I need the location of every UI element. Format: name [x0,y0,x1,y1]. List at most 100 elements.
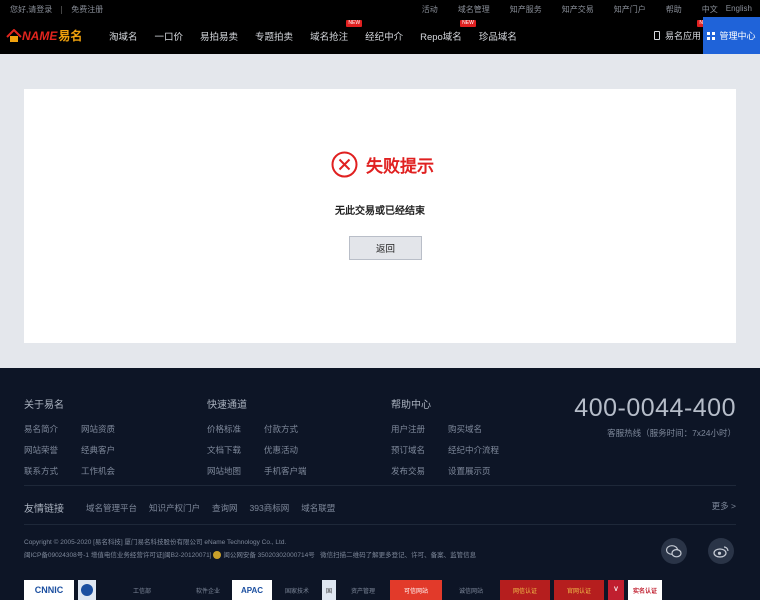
nav-item-auction[interactable]: 易拍易卖 [200,29,238,43]
top-link-ip-trade[interactable]: 知产交易 [562,4,594,15]
top-link-help[interactable]: 帮助 [666,4,682,15]
wechat-glyph [666,544,682,557]
nav-item-premium[interactable]: 珍品域名 [479,29,517,43]
footer-link[interactable]: 付款方式 [264,423,321,435]
top-bar: 您好,请登录 免费注册 活动 域名管理 知产服务 知产交易 知产门户 帮助 中文… [0,0,760,17]
cert-badges: CNNIC 工信部 软件企业 APAC 国家技术 国 资产管理 可信网站 诚信网… [24,580,666,600]
footer-link[interactable]: 网站资质 [81,423,138,435]
cert-badge[interactable] [78,580,96,600]
hotline-hours: 客服热线（服务时间：7x24小时） [607,428,736,438]
cert-badge[interactable]: V [608,580,624,600]
nav-item-tao-domain[interactable]: 淘域名 [109,29,138,43]
nav-item-backorder[interactable]: 域名抢注 NEW [310,20,363,43]
cert-badge[interactable]: 国 [322,580,336,600]
footer-link[interactable]: 网站荣誉 [24,444,81,456]
friend-link[interactable]: 393商标网 [250,502,290,514]
weibo-glyph [713,545,729,558]
top-link-ip-service[interactable]: 知产服务 [510,4,542,15]
grid-icon [707,31,716,40]
app-label: 易名应用 [665,31,702,41]
register-link[interactable]: 免费注册 [71,4,103,15]
footer-link[interactable]: 设置展示页 [448,465,505,477]
friend-link[interactable]: 域名联盟 [301,502,335,514]
cert-badge[interactable]: 实名认证 [628,580,662,600]
nav-item-repo[interactable]: Repo域名 NEW [420,20,476,43]
friend-link[interactable]: 查询网 [212,502,238,514]
footer-link[interactable]: 优惠活动 [264,444,321,456]
divider [61,5,63,14]
cert-badge[interactable]: 网信认证 [500,580,550,600]
app-link[interactable]: 易名应用 NEW [654,20,714,42]
cert-badge[interactable]: APAC [232,580,272,600]
phone-icon [654,31,660,40]
footer-heading: 快速通道 [207,400,247,411]
nav-item-special-auction[interactable]: 专题拍卖 [255,29,293,43]
login-link[interactable]: 您好,请登录 [10,4,52,15]
cert-badge[interactable]: 可信网站 [390,580,442,600]
footer-link[interactable]: 经纪中介流程 [448,444,505,456]
friend-link[interactable]: 域名管理平台 [86,502,137,514]
footer-link[interactable]: 用户注册 [391,423,448,435]
weibo-icon[interactable] [708,538,734,564]
footer-link[interactable]: 价格标准 [207,423,264,435]
message-card: 失败提示 无此交易或已经结束 返回 [24,89,736,343]
footer-link[interactable]: 网站地图 [207,465,264,477]
main-nav: NAME 易名 淘域名 一口价 易拍易卖 专题拍卖 域名抢注 NEW 经纪中介 R… [0,17,760,54]
top-link-ip-portal[interactable]: 知产门户 [614,4,646,15]
copyright-text: Copyright © 2005-2020 [易名科技] 厦门易名科技股份有限公… [24,539,287,546]
more-link[interactable]: 更多 > [712,500,736,512]
nav-item-fixed-price[interactable]: 一口价 [155,29,184,43]
error-message: 无此交易或已经结束 [335,206,425,217]
friend-link[interactable]: 知识产权门户 [149,502,200,514]
cert-badge[interactable]: CNNIC [24,580,74,600]
hotline-number: 400-0044-400 [574,394,736,422]
footer-heading: 帮助中心 [391,400,431,411]
footer-heading: 关于易名 [24,400,64,411]
new-badge: NEW [460,20,476,27]
fail-header: 失败提示 [331,151,434,178]
hotline: 400-0044-400 客服热线（服务时间：7x24小时） [574,394,736,439]
lang-cn[interactable]: 中文 [702,4,718,15]
top-link-domain-manage[interactable]: 域名管理 [458,4,490,15]
footer-link[interactable]: 预订域名 [391,444,448,456]
admin-center-button[interactable]: 管理中心 [703,17,760,54]
wechat-note: 微信扫描二维码了解更多登记、许可、备案、监管信息 [320,552,477,559]
cert-badge[interactable]: 官网认证 [554,580,604,600]
page-title: 失败提示 [366,157,434,176]
logo[interactable]: NAME 易名 [6,27,82,44]
footer-link[interactable]: 手机客户端 [264,465,321,477]
footer-link[interactable]: 购买域名 [448,423,505,435]
logo-text: NAME [22,28,58,43]
cert-badge[interactable]: 资产管理 [340,580,386,600]
house-icon [6,28,22,42]
footer-quick: 快速通道 价格标准 付款方式 文档下载 优惠活动 网站地图 手机客户端 [207,396,321,486]
footer-link[interactable]: 易名简介 [24,423,81,435]
footer-link[interactable]: 文档下载 [207,444,264,456]
top-link-activity[interactable]: 活动 [422,4,438,15]
copyright: Copyright © 2005-2020 [易名科技] 厦门易名科技股份有限公… [24,536,476,562]
friend-links: 友情链接 域名管理平台 知识产权门户 查询网 393商标网 域名联盟 [24,500,347,516]
wechat-icon[interactable] [661,538,687,564]
footer-link[interactable]: 发布交易 [391,465,448,477]
footer-link[interactable]: 联系方式 [24,465,81,477]
cert-badge[interactable]: 工信部 [100,580,184,600]
lang-en[interactable]: English [726,4,752,15]
footer-link[interactable]: 经典客户 [81,444,138,456]
nav-item-broker[interactable]: 经纪中介 [365,29,403,43]
cert-badge[interactable]: 软件企业 [188,580,228,600]
police-text[interactable]: 闽公网安备 35020302000714号 [223,552,314,559]
back-button[interactable]: 返回 [349,236,422,260]
cert-badge[interactable]: 国家技术 [276,580,318,600]
cert-badge[interactable]: 诚信网站 [446,580,496,600]
friend-links-title: 友情链接 [24,504,64,515]
divider [24,524,736,525]
logo-text-cn: 易名 [58,29,83,43]
police-icon [213,551,222,560]
divider [24,485,736,486]
error-icon [331,151,358,178]
icp-text[interactable]: 闽ICP备09024308号-1 增值电信业务经营许可证[闽B2-2012007… [24,552,212,559]
footer-about: 关于易名 易名简介 网站资质 网站荣誉 经典客户 联系方式 工作机会 [24,396,138,486]
footer-link[interactable]: 工作机会 [81,465,138,477]
footer: 关于易名 易名简介 网站资质 网站荣誉 经典客户 联系方式 工作机会 快速通道 价格标… [0,368,760,600]
main-content: 失败提示 无此交易或已经结束 返回 [0,54,760,368]
